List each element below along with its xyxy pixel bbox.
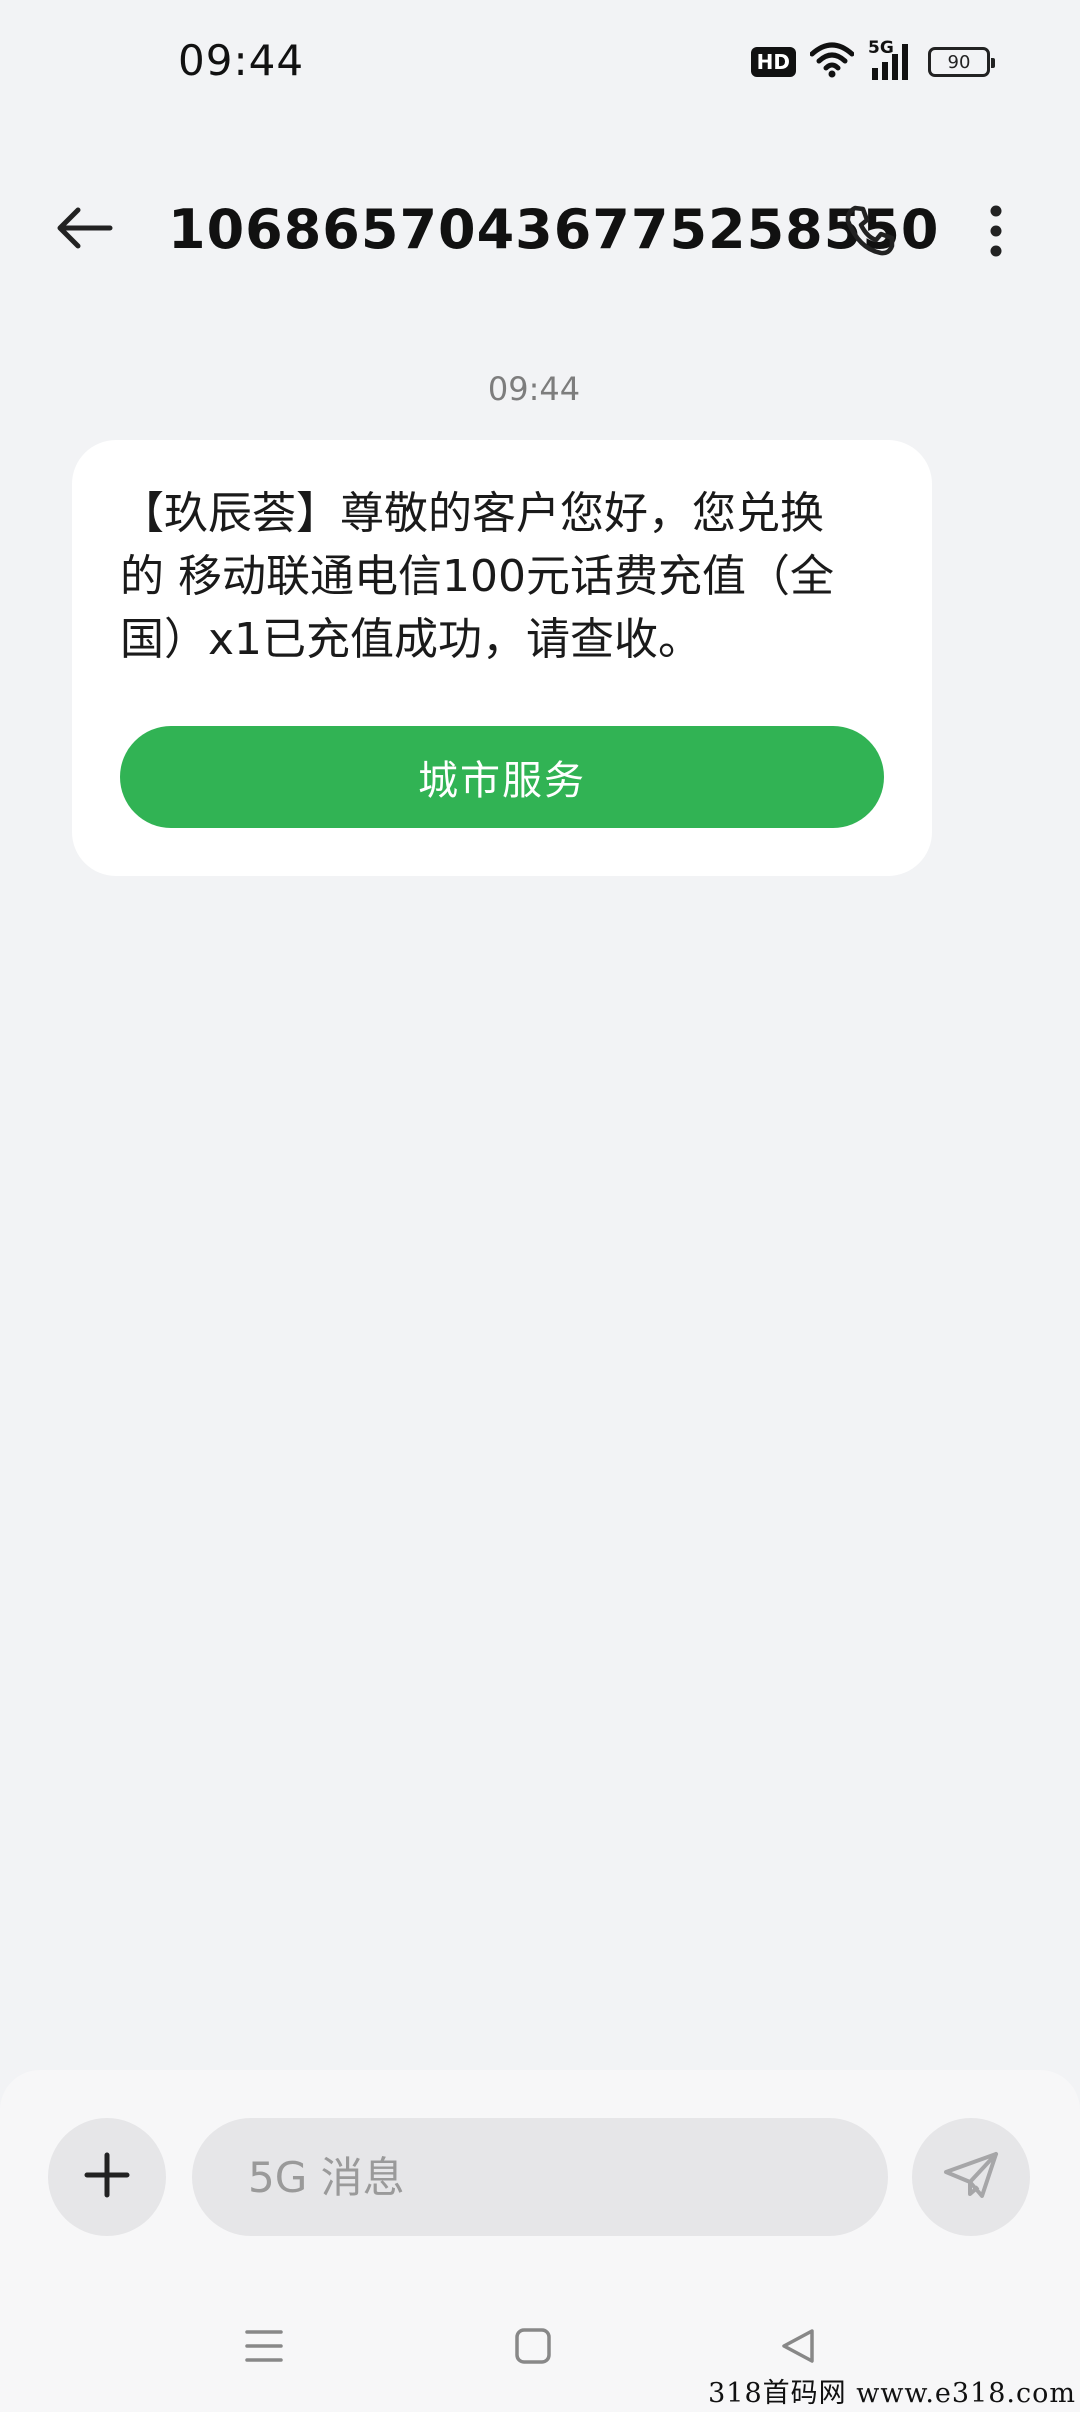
home-button[interactable] bbox=[503, 2318, 563, 2378]
status-icons: HD 5G 90 bbox=[750, 38, 995, 84]
hd-badge: HD bbox=[750, 47, 796, 77]
call-button[interactable] bbox=[836, 200, 902, 266]
message-bubble[interactable]: 【玖辰荟】尊敬的客户您好，您兑换的 移动联通电信100元话费充值（全国）x1已充… bbox=[72, 440, 932, 876]
plus-icon bbox=[83, 2151, 131, 2203]
message-text: 【玖辰荟】尊敬的客户您好，您兑换的 移动联通电信100元话费充值（全国）x1已充… bbox=[120, 488, 834, 665]
city-service-button[interactable]: 城市服务 bbox=[120, 726, 884, 828]
status-time: 09:44 bbox=[178, 36, 305, 85]
signal-5g-icon: 5G bbox=[868, 38, 914, 82]
send-icon bbox=[942, 2150, 1000, 2204]
send-button[interactable] bbox=[912, 2118, 1030, 2236]
back-button[interactable] bbox=[44, 200, 124, 260]
site-watermark: 318首码网 www.e318.com bbox=[708, 2378, 1076, 2409]
wifi-icon bbox=[809, 42, 855, 82]
message-timestamp: 09:44 bbox=[487, 370, 581, 408]
conversation-header: 10686570436775258550 bbox=[0, 180, 1080, 280]
battery-level: 90 bbox=[947, 51, 971, 73]
contact-number: 10686570436775258550 bbox=[168, 198, 940, 261]
status-bar: 09:44 HD 5G 90 bbox=[0, 0, 1080, 120]
menu-icon bbox=[243, 2326, 285, 2370]
more-options-button[interactable] bbox=[966, 200, 1026, 266]
add-attachment-button[interactable] bbox=[48, 2118, 166, 2236]
back-arrow-icon bbox=[54, 206, 114, 254]
back-triangle-icon bbox=[778, 2326, 818, 2370]
recent-apps-button[interactable] bbox=[234, 2318, 294, 2378]
battery-icon: 90 bbox=[928, 47, 995, 77]
phone-icon bbox=[841, 203, 897, 263]
message-input[interactable] bbox=[192, 2118, 888, 2236]
home-icon bbox=[513, 2326, 553, 2370]
more-vertical-icon bbox=[989, 205, 1003, 261]
system-back-button[interactable] bbox=[768, 2318, 828, 2378]
